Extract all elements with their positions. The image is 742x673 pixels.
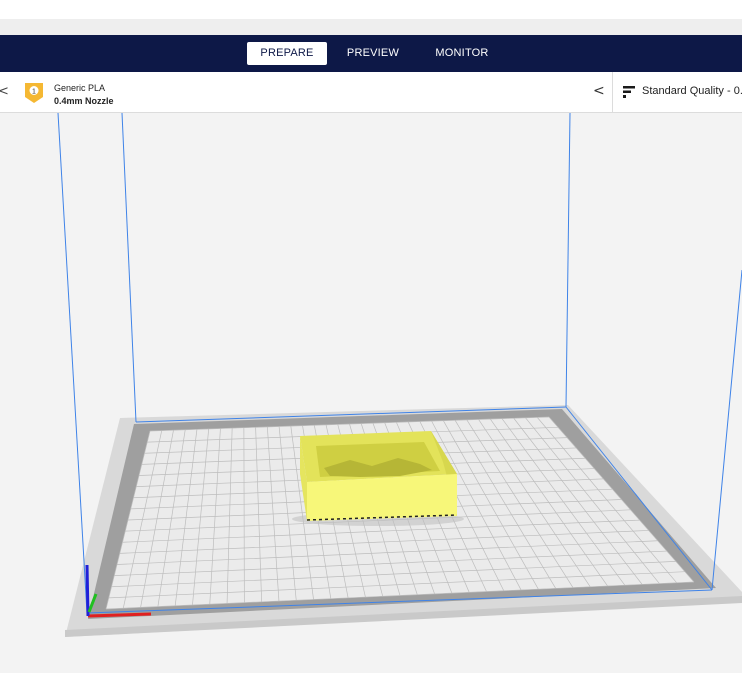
chevron-left-icon[interactable]: < bbox=[593, 83, 605, 99]
window-gap-strip bbox=[0, 19, 742, 35]
window-top-strip bbox=[0, 0, 742, 19]
config-divider bbox=[612, 72, 613, 112]
tab-preview[interactable]: PREVIEW bbox=[338, 42, 408, 65]
nozzle-label[interactable]: 0.4mm Nozzle bbox=[54, 96, 114, 106]
model-tray[interactable] bbox=[292, 431, 464, 526]
quality-profile-label[interactable]: Standard Quality - 0.2 bbox=[642, 85, 742, 97]
material-label[interactable]: Generic PLA bbox=[54, 83, 105, 93]
printer-config-bar: < 1 Generic PLA 0.4mm Nozzle < Standard … bbox=[0, 72, 742, 113]
tab-monitor[interactable]: MONITOR bbox=[425, 42, 499, 65]
build-volume-viewport[interactable] bbox=[0, 113, 742, 673]
chevron-left-icon[interactable]: < bbox=[0, 84, 9, 99]
extruder-badge-icon[interactable]: 1 bbox=[24, 82, 44, 104]
tab-prepare[interactable]: PREPARE bbox=[247, 42, 327, 65]
extruder-index: 1 bbox=[32, 89, 36, 96]
print-settings-icon[interactable] bbox=[623, 85, 635, 99]
stage-menu-bar: PREPARE PREVIEW MONITOR bbox=[0, 35, 742, 72]
